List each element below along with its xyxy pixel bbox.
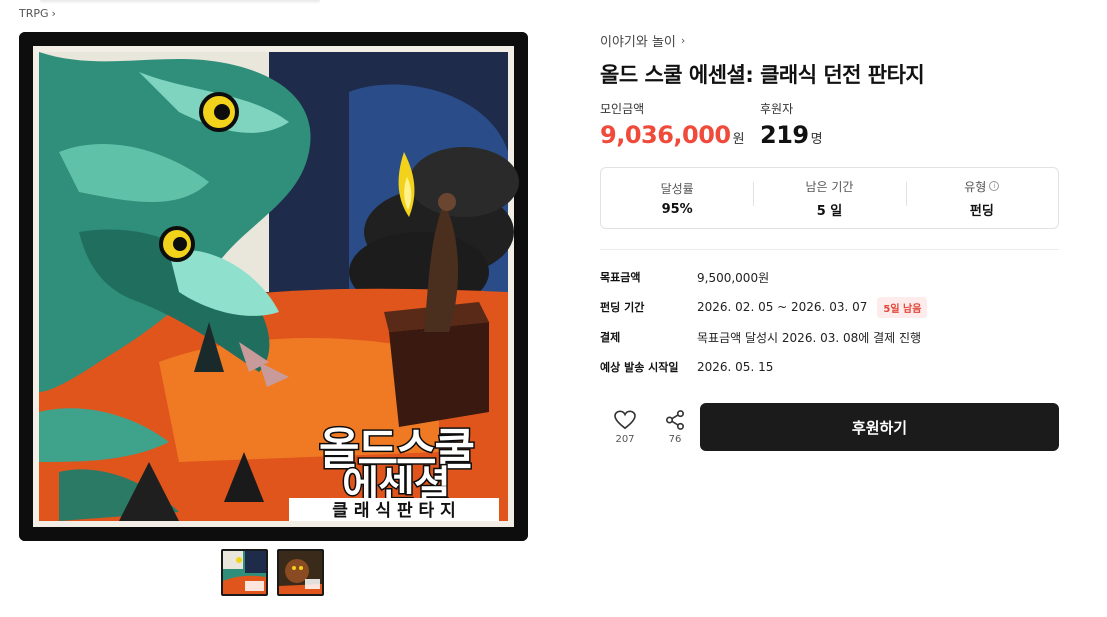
breadcrumb-label[interactable]: TRPG	[19, 7, 49, 20]
project-title: 올드 스쿨 에센셜: 클래식 던전 판타지	[600, 63, 925, 87]
amount-stat: 모인금액 9,036,000 원	[600, 100, 760, 149]
detail-key: 예상 발송 시작일	[600, 361, 679, 374]
cover-subtitle: 클 래 식 판 타 지	[332, 501, 455, 521]
detail-key: 결제	[600, 331, 621, 344]
summary-type: 유형 i 펀딩	[905, 178, 1058, 219]
summary-label: 유형	[964, 179, 987, 194]
detail-row-shipping: 예상 발송 시작일 2026. 05. 15	[600, 352, 1060, 382]
image-thumbnails	[221, 549, 324, 596]
like-button[interactable]: 207	[600, 410, 650, 445]
heart-icon	[614, 410, 636, 429]
funding-stats: 모인금액 9,036,000 원 후원자 219 명	[600, 100, 1060, 149]
amount-label: 모인금액	[600, 102, 645, 116]
detail-value: 2026. 05. 15	[697, 360, 774, 374]
action-bar: 207 76 후원하기	[600, 403, 1060, 451]
thumbnail-1[interactable]	[221, 549, 268, 596]
amount-value: 9,036,000	[600, 121, 731, 149]
project-cover-image: 올드스쿨 에센셜 클 래 식 판 타 지	[19, 32, 528, 541]
chevron-right-icon: ›	[51, 7, 56, 20]
summary-box: 달성률 95% 남은 기간 5 일 유형 i 펀딩	[600, 167, 1059, 229]
thumbnail-2[interactable]	[277, 549, 324, 596]
backers-stat: 후원자 219 명	[760, 100, 823, 149]
detail-key: 목표금액	[600, 271, 641, 284]
info-icon[interactable]: i	[989, 181, 1000, 191]
summary-value: 펀딩	[969, 203, 994, 219]
project-info-panel: 이야기와 놀이 › 올드 스쿨 에센셜: 클래식 던전 판타지 모인금액 9,0…	[600, 30, 1060, 451]
detail-value: 9,500,000원	[697, 270, 770, 285]
breadcrumb[interactable]: TRPG ›	[19, 7, 56, 20]
detail-row-period: 펀딩 기간 2026. 02. 05 ~ 2026. 03. 07 5일 남음	[600, 292, 1060, 322]
support-button[interactable]: 후원하기	[700, 403, 1059, 451]
summary-label: 남은 기간	[805, 179, 854, 194]
category-link[interactable]: 이야기와 놀이 ›	[600, 30, 1060, 50]
detail-row-goal: 목표금액 9,500,000원	[600, 262, 1060, 292]
detail-key: 펀딩 기간	[600, 301, 645, 314]
backers-label: 후원자	[760, 102, 794, 116]
share-count: 76	[668, 433, 682, 445]
category-label[interactable]: 이야기와 놀이	[600, 31, 676, 50]
chevron-right-icon: ›	[680, 33, 686, 47]
detail-value: 2026. 02. 05 ~ 2026. 03. 07	[697, 300, 868, 314]
days-left-badge: 5일 남음	[877, 296, 928, 318]
details-list: 목표금액 9,500,000원 펀딩 기간 2026. 02. 05 ~ 202…	[600, 262, 1060, 382]
summary-value: 5 일	[816, 203, 843, 219]
share-icon	[666, 409, 684, 430]
backers-unit: 명	[810, 132, 823, 147]
backers-value: 219	[760, 121, 809, 149]
share-button[interactable]: 76	[650, 409, 700, 445]
summary-achievement: 달성률 95%	[601, 180, 753, 217]
like-count: 207	[615, 433, 635, 445]
summary-remaining: 남은 기간 5 일	[753, 178, 905, 219]
divider	[600, 249, 1059, 250]
summary-value: 95%	[661, 201, 693, 217]
top-dropdown-shadow	[40, 0, 320, 4]
detail-row-payment: 결제 목표금액 달성시 2026. 03. 08에 결제 진행	[600, 322, 1060, 352]
summary-label: 달성률	[660, 181, 694, 196]
detail-value: 목표금액 달성시 2026. 03. 08에 결제 진행	[697, 330, 922, 345]
amount-unit: 원	[732, 132, 745, 147]
